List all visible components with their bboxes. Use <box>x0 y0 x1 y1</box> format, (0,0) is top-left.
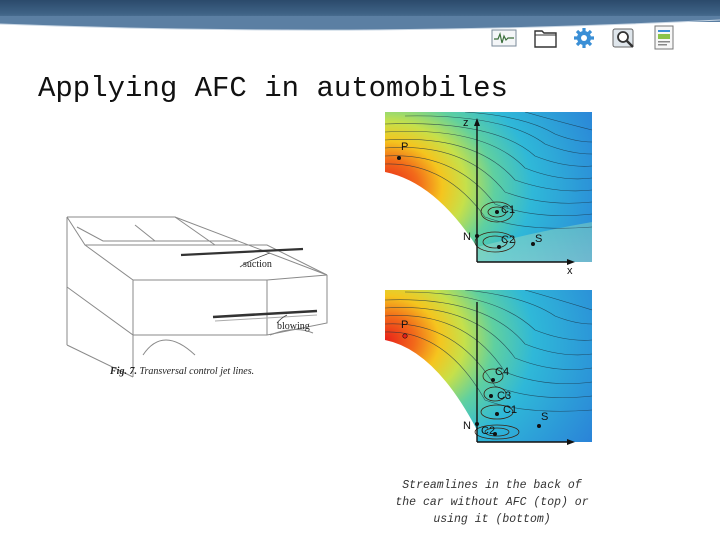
slide-title: Applying AFC in automobiles <box>38 72 508 105</box>
caption-line: using it (bottom) <box>433 513 551 526</box>
point-s-label: S <box>535 233 542 245</box>
vortex-c2-label: C2 <box>481 425 495 437</box>
blowing-label: blowing <box>277 321 310 332</box>
toolbar <box>490 22 690 54</box>
folder-icon[interactable] <box>532 22 560 52</box>
point-s-label: S <box>541 411 548 423</box>
point-n-label: N <box>463 231 471 243</box>
vortex-c3-label: C3 <box>497 390 511 402</box>
vortex-c2-label: C2 <box>501 234 515 246</box>
flow-field-without-afc: z x P N S C1 C2 <box>385 112 592 278</box>
vortex-c1-label: C1 <box>501 204 515 216</box>
caption-line: the car without AFC (top) or <box>395 496 589 509</box>
suction-label: suction <box>243 259 272 270</box>
chart-icon[interactable] <box>490 22 518 52</box>
vortex-c1-label: C1 <box>503 404 517 416</box>
gear-icon[interactable] <box>570 22 598 52</box>
point-n-label: N <box>463 420 471 432</box>
point-p-label: P <box>401 141 408 153</box>
car-rear-sketch: suction blowing <box>66 216 328 378</box>
axis-z-label: z <box>463 117 469 129</box>
point-p-label: P <box>401 319 408 331</box>
caption-line: Streamlines in the back of <box>402 479 582 492</box>
axis-x-label: x <box>567 265 573 277</box>
document-icon[interactable] <box>650 22 678 52</box>
figure-caption: Fig. 7. Transversal control jet lines. <box>110 366 254 377</box>
figure-text: Transversal control jet lines. <box>139 366 255 377</box>
vortex-c4-label: C4 <box>495 366 509 378</box>
figure-number: Fig. 7. <box>110 366 137 377</box>
streamlines-caption: Streamlines in the back of the car witho… <box>372 477 612 528</box>
flow-field-with-afc: P N S C4 C3 C1 C2 <box>385 290 592 458</box>
magnifier-icon[interactable] <box>610 22 638 52</box>
